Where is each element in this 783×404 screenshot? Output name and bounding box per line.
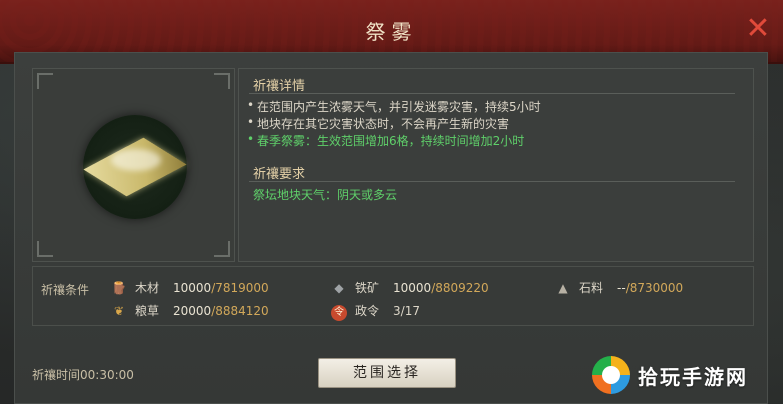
tile-fog	[111, 149, 161, 171]
watermark-text: 拾玩手游网	[638, 364, 748, 389]
resource-stone: ▲ 石料 --/8730000	[553, 279, 683, 296]
resource-grain: ❦ 粮草 20000/8884120	[109, 302, 269, 319]
resource-need: 10000	[393, 281, 432, 295]
resource-need: 20000	[173, 304, 212, 318]
frame-corner	[214, 241, 230, 257]
fog-tile-image	[83, 115, 187, 219]
requirements-text: 祭坛地块天气：阴天或多云	[253, 188, 398, 202]
duration-text: 祈禳时间00:30:00	[32, 368, 134, 382]
frame-corner	[37, 241, 53, 257]
resource-have: /7819000	[211, 281, 269, 295]
conditions-panel: 祈禳条件 🪵 木材 10000/7819000 ◆ 铁矿 10000/8809220 ▲…	[32, 266, 754, 326]
resource-name: 政令	[355, 304, 380, 318]
resource-value: 3/17	[393, 304, 420, 318]
resource-name: 铁矿	[355, 281, 380, 295]
resource-need: --	[617, 281, 626, 295]
details-heading: 祈禳详情	[253, 79, 306, 94]
resource-name: 粮草	[135, 304, 160, 318]
requirements-heading: 祈禳要求	[253, 167, 306, 182]
frame-corner	[214, 73, 230, 89]
conditions-label: 祈禳条件	[41, 283, 90, 297]
divider	[249, 93, 735, 94]
resource-decree: 令政令 3/17	[329, 302, 420, 321]
range-select-button[interactable]: 范围选择	[318, 358, 456, 388]
detail-bullet: 地块存在其它灾害状态时，不会再产生新的灾害	[247, 115, 509, 132]
page-title: 祭雾	[365, 20, 418, 44]
iron-ore-icon: ◆	[334, 281, 344, 295]
resource-have: /8809220	[431, 281, 489, 295]
resource-have: /8730000	[625, 281, 684, 295]
divider	[249, 181, 735, 182]
tile-preview-panel	[32, 68, 235, 262]
detail-bullet-spring: 春季祭雾：生效范围增加6格，持续时间增加2小时	[247, 132, 524, 149]
resource-wood: 🪵 木材 10000/7819000	[109, 279, 269, 296]
stone-icon: ▲	[558, 281, 568, 295]
frame-corner	[37, 73, 53, 89]
resource-need: 10000	[173, 281, 212, 295]
resource-have: /8884120	[211, 304, 269, 318]
watermark-logo-icon	[592, 356, 630, 394]
details-panel: 祈禳详情 在范围内产生浓雾天气，并引发迷雾灾害，持续5小时 地块存在其它灾害状态…	[238, 68, 754, 262]
resource-name: 石料	[579, 281, 604, 295]
resource-iron: ◆ 铁矿 10000/8809220	[329, 279, 489, 296]
resource-name: 木材	[135, 281, 160, 295]
grain-icon: ❦	[113, 304, 125, 318]
detail-bullet: 在范围内产生浓雾天气，并引发迷雾灾害，持续5小时	[247, 98, 541, 115]
close-icon[interactable]: ✕	[745, 14, 771, 44]
wood-icon: 🪵	[111, 281, 127, 295]
watermark: 拾玩手游网	[592, 350, 778, 400]
decree-icon: 令	[329, 304, 349, 321]
